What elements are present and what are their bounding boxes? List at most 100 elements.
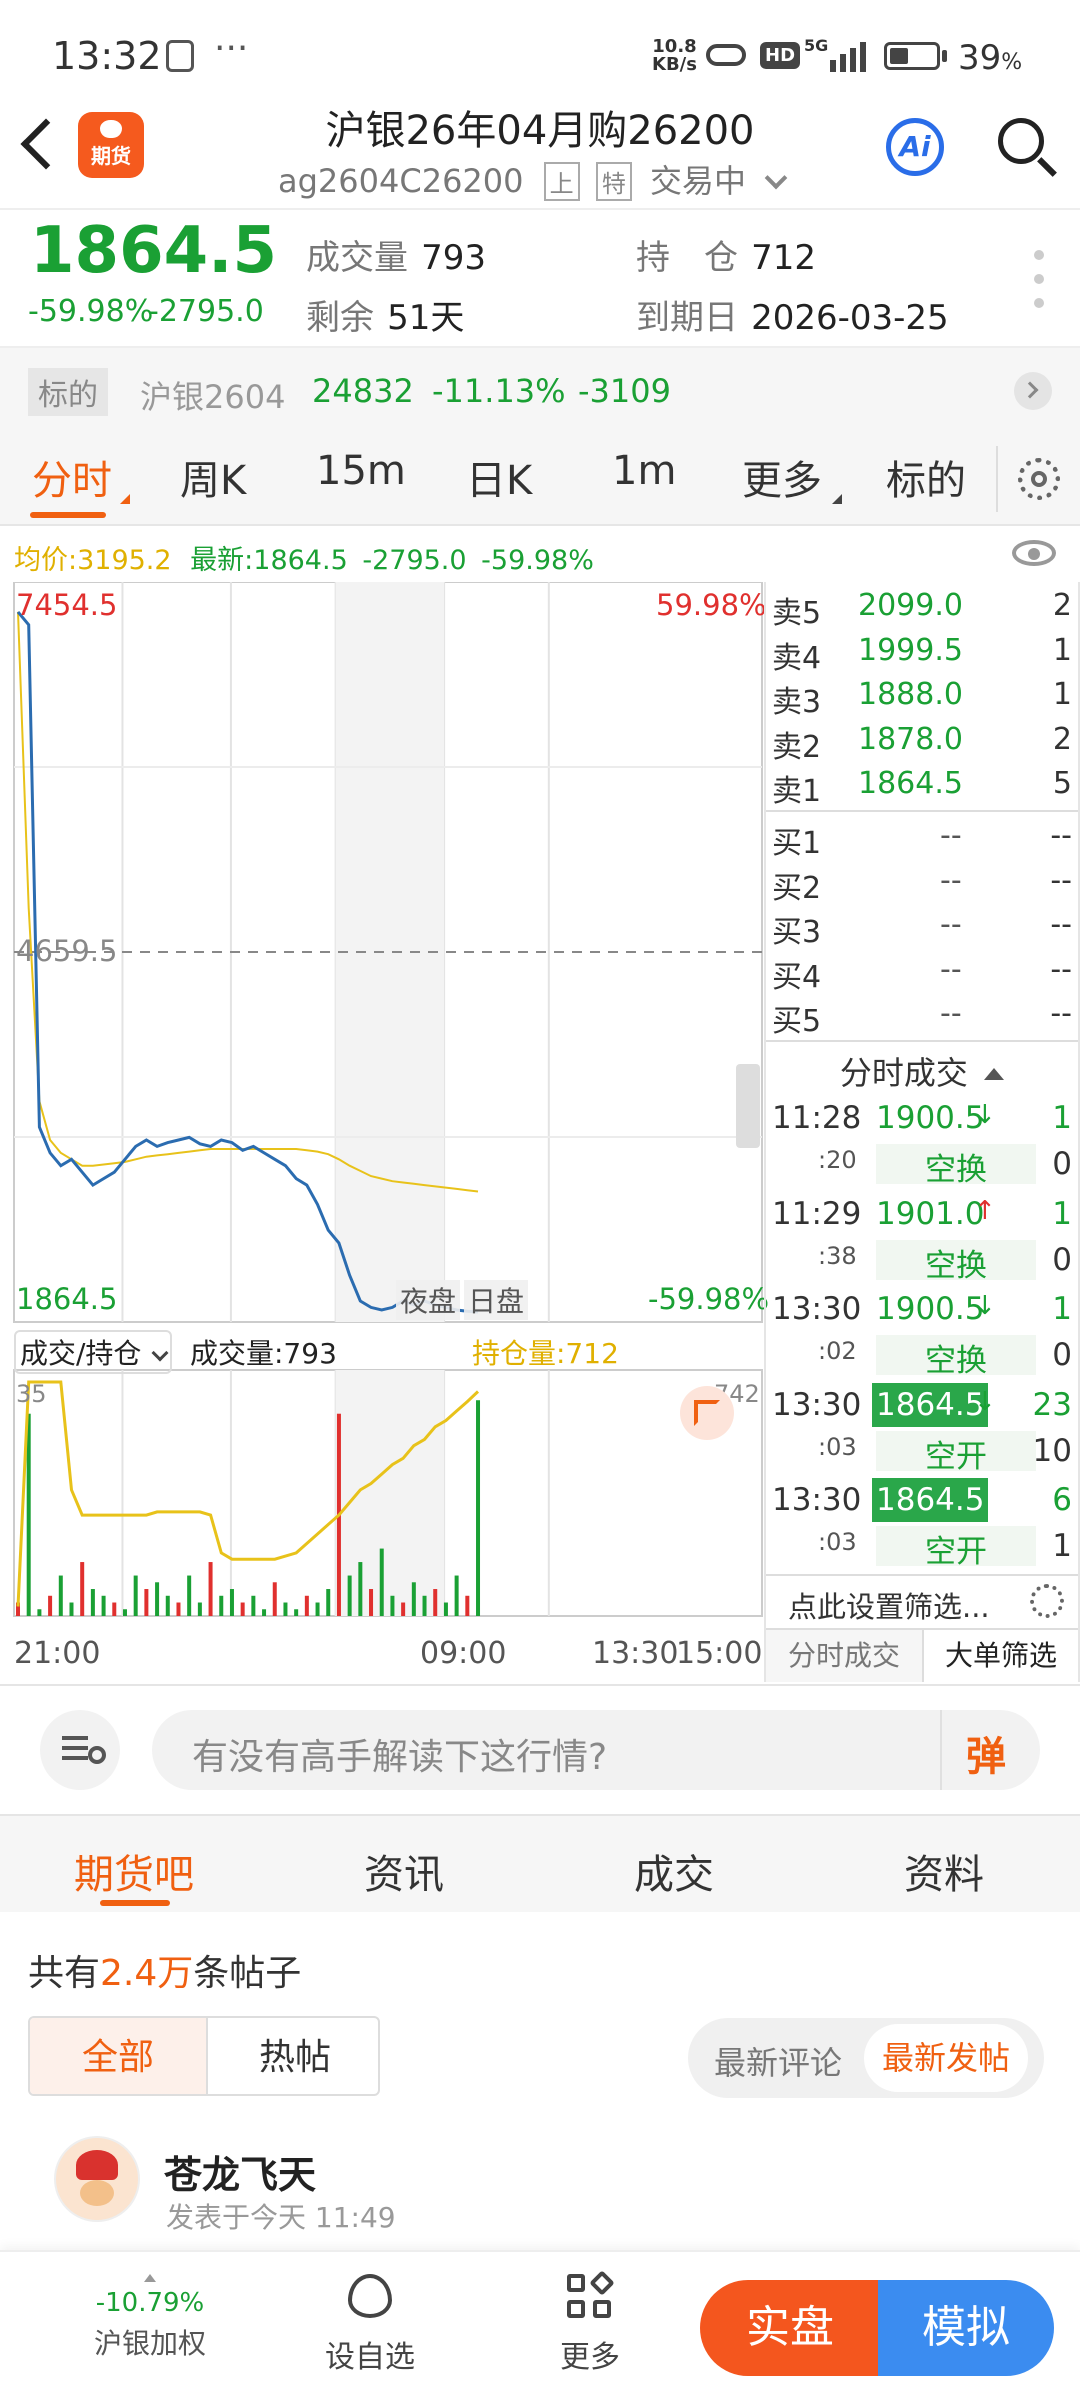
page-title: 沪银26年04月购26200	[325, 108, 755, 154]
filter-group: 全部 热帖	[28, 2016, 380, 2096]
tab-more[interactable]: 更多	[742, 448, 822, 506]
underlying-pct: -11.13%	[432, 372, 566, 410]
ask-qty: 2	[1052, 721, 1072, 757]
contract-info[interactable]: ag2604C26200 上 特 交易中	[278, 156, 788, 202]
bid-label: 买4	[772, 959, 822, 995]
filter-gear-icon[interactable]	[1030, 1584, 1064, 1618]
tag-up: 上	[543, 162, 580, 201]
volume-bar	[155, 1582, 160, 1616]
tab-1m[interactable]: 1m	[612, 448, 676, 494]
volume-bar	[476, 1400, 481, 1616]
volume-bar	[272, 1582, 277, 1616]
tab-big-order[interactable]: 大单筛选	[922, 1630, 1078, 1682]
tab-underlying[interactable]: 标的	[886, 448, 966, 506]
back-icon[interactable]	[20, 118, 72, 170]
trade-row: 13:30 1864.5 ↓ 23:03 空开 10	[768, 1382, 1076, 1477]
x-label-mid: 09:00	[420, 1636, 507, 1671]
volume-bar	[443, 1602, 448, 1616]
trade-type: 空开	[876, 1526, 1036, 1570]
chevron-down-icon	[151, 1344, 169, 1362]
trade-arrow: ↓	[974, 1386, 996, 1417]
underlying-bar[interactable]: 标的 沪银2604 24832 -11.13% -3109	[0, 346, 1080, 432]
bottom-nav: -10.79% 沪银加权 设自选 更多 实盘 模拟	[0, 2250, 1080, 2400]
bid-row: 买3 -- --	[770, 907, 1076, 951]
sim-icon	[166, 40, 194, 72]
trade-time: 13:30	[772, 1386, 862, 1423]
tag-special: 特	[595, 162, 632, 201]
sub-left-max: 35	[16, 1380, 47, 1408]
trades-header[interactable]: 分时成交	[766, 1048, 1078, 1094]
volume-bar	[229, 1589, 234, 1616]
tab-news[interactable]: 资讯	[364, 1842, 444, 1900]
trade-oi: 0	[1052, 1241, 1072, 1278]
sort-latest-comment[interactable]: 最新评论	[714, 2038, 842, 2084]
volume-bar	[262, 1609, 267, 1616]
last-price: 1864.5	[30, 214, 277, 288]
sort-toggle: 最新评论 最新发帖	[688, 2018, 1044, 2098]
linked-contract[interactable]: -10.79% 沪银加权	[60, 2274, 240, 2362]
volume-bar	[358, 1562, 363, 1616]
search-icon[interactable]	[998, 118, 1044, 164]
chart-canvas[interactable]	[12, 582, 764, 1682]
trade-price: 1901.0	[876, 1195, 985, 1232]
volume-bar	[37, 1609, 42, 1616]
bid-label: 买5	[772, 1004, 822, 1039]
tab-weekly-k[interactable]: 周K	[180, 448, 246, 506]
chart-bottom-price: 1864.5	[16, 1282, 118, 1316]
volume-bar	[411, 1582, 416, 1616]
remain-field: 剩余 51天	[306, 298, 465, 338]
tab-trade-list[interactable]: 分时成交	[766, 1630, 922, 1682]
chart-top-pct: 59.98%	[656, 588, 767, 622]
volume-bar	[144, 1589, 149, 1616]
panel-collapse-handle[interactable]	[736, 1064, 760, 1148]
filter-all[interactable]: 全部	[30, 2018, 206, 2094]
trade-row: 13:30 1864.5 6:03 空开 1	[768, 1478, 1076, 1572]
tab-info[interactable]: 资料	[904, 1842, 984, 1900]
x-label-start: 21:00	[14, 1636, 101, 1671]
more-vertical-icon[interactable]	[1034, 250, 1044, 310]
post-time: 发表于今天 11:49	[166, 2201, 396, 2234]
sort-latest-post[interactable]: 最新发帖	[864, 2024, 1029, 2092]
trade-type: 空换	[876, 1239, 1036, 1284]
intraday-chart[interactable]: 7454.5 59.98% 4659.5 1864.5 -59.98% 夜盘 日…	[12, 582, 769, 1682]
post-author: 苍龙飞天	[164, 2153, 317, 2197]
sub-chart-selector[interactable]: 成交/持仓	[14, 1330, 173, 1374]
comment-input[interactable]: 有没有高手解读下这行情? 弹	[152, 1710, 1040, 1790]
volume-bar	[240, 1602, 245, 1616]
filter-setting[interactable]: 点此设置筛选...	[788, 1584, 990, 1626]
tab-15m[interactable]: 15m	[316, 448, 406, 494]
tab-trades[interactable]: 成交	[634, 1842, 714, 1900]
ask-row: 卖5 2099.0 2	[770, 588, 1076, 632]
filter-hot[interactable]: 热帖	[206, 2018, 378, 2094]
grid-icon	[567, 2270, 615, 2320]
danmaku-toggle-icon[interactable]	[40, 1710, 120, 1790]
app-logo[interactable]: 期货	[78, 112, 144, 178]
more-button[interactable]: 更多	[540, 2270, 640, 2376]
trade-oi: 10	[1032, 1432, 1072, 1469]
link-icon	[706, 44, 746, 66]
tab-intraday[interactable]: 分时	[32, 448, 112, 506]
post-count: 共有2.4万条帖子	[28, 1953, 302, 1994]
real-trade-button[interactable]: 实盘	[700, 2280, 880, 2376]
tab-daily-k[interactable]: 日K	[466, 448, 532, 506]
trade-qty: 1	[1052, 1100, 1072, 1136]
bid-price: --	[940, 951, 962, 987]
logo-flame-icon	[100, 120, 122, 138]
add-watchlist-button[interactable]: 设自选	[320, 2274, 420, 2376]
volume-field: 成交量 793	[306, 238, 486, 278]
ask-row: 卖3 1888.0 1	[770, 677, 1076, 721]
sim-trade-button[interactable]: 模拟	[878, 2280, 1054, 2376]
volume-bar	[165, 1595, 170, 1616]
ai-button[interactable]: Ai	[886, 118, 944, 176]
tab-futures-forum[interactable]: 期货吧	[74, 1842, 194, 1900]
bid-row: 买4 -- --	[770, 952, 1076, 996]
info-line: 均价:3195.2 最新:1864.5 -2795.0 -59.98%	[14, 538, 594, 577]
night-session-label: 夜盘	[396, 1280, 461, 1320]
trade-oi: 0	[1052, 1146, 1072, 1182]
bid-row: 买5 -- --	[770, 996, 1076, 1040]
signal-icon: 5G	[804, 36, 870, 72]
trade-time: 11:29	[772, 1195, 862, 1232]
trade-time: 13:30	[772, 1291, 862, 1327]
post-item[interactable]: 苍龙飞天 发表于今天 11:49	[0, 2124, 1080, 2244]
danmaku-button[interactable]: 弹	[966, 1724, 1006, 1782]
